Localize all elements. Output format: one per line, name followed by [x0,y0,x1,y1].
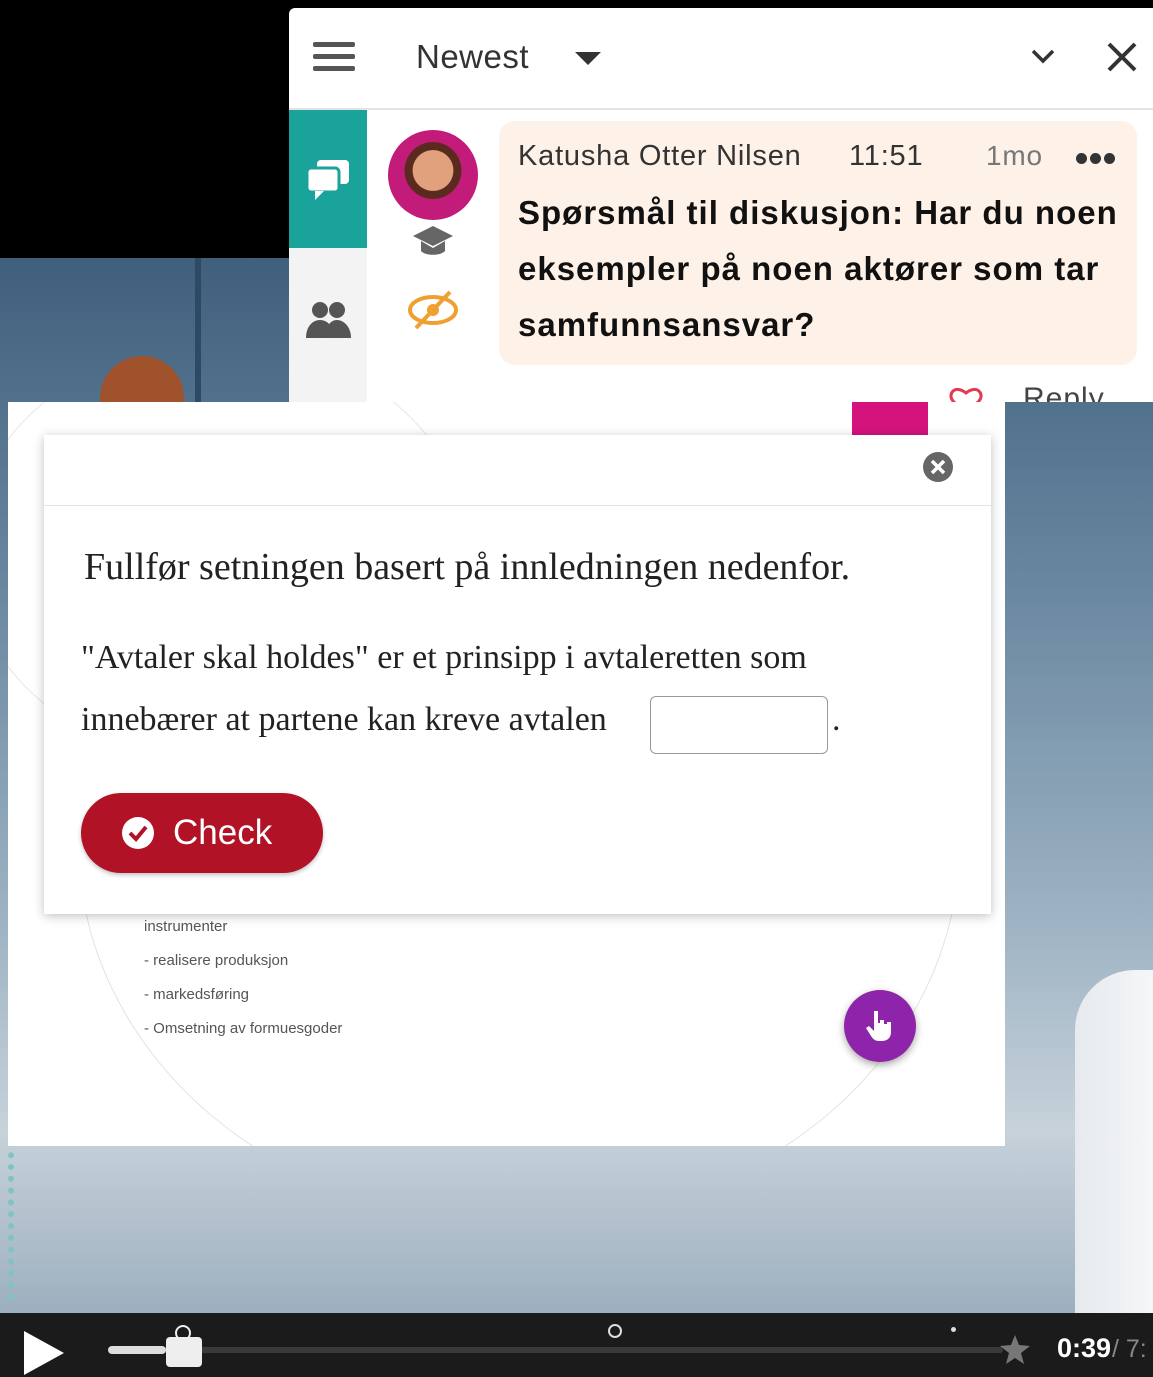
chat-sidebar [289,110,367,402]
people-icon [306,302,351,338]
slide-text: instrumenter - realisere produksjon - ma… [144,910,342,1046]
slide-line: - Omsetning av formuesgoder [144,1020,343,1037]
close-circle-icon[interactable] [922,451,954,483]
comments-icon [305,160,349,200]
check-button-label: Check [173,813,273,852]
video-control-bar: 0:39 / 7: [0,1313,1153,1377]
quiz-instruction: Fullfør setningen basert på innledningen… [84,546,851,588]
progress-fill [108,1346,166,1354]
slide-pink-block [852,402,928,436]
menu-icon[interactable] [313,42,355,72]
chat-header: Newest [289,8,1153,110]
play-icon[interactable] [24,1331,64,1375]
quiz-period: . [832,701,841,738]
reply-link[interactable]: Reply [1023,382,1105,402]
sort-dropdown-label[interactable]: Newest [416,38,529,76]
close-icon[interactable] [1105,40,1139,74]
progress-track[interactable] [108,1347,1003,1353]
total-time: / 7: [1112,1335,1147,1363]
avatar[interactable] [388,130,478,220]
chapter-marker[interactable] [608,1324,622,1338]
comment-author[interactable]: Katusha Otter Nilsen [518,140,802,173]
fill-in-blank-quiz: Fullfør setningen basert på innledningen… [44,435,991,914]
current-time: 0:39 [1057,1333,1112,1363]
video-black-region [0,0,290,258]
check-button[interactable]: Check [81,793,323,873]
interaction-hand-button[interactable] [844,990,916,1062]
comment-age: 1mo [986,140,1043,171]
comment-message: Spørsmål til diskusjon: Har du noen ekse… [518,194,1118,343]
slide-line: - realisere produksjon [144,952,289,969]
slide-line: - markedsføring [144,986,250,1003]
presenter-figure [1075,970,1153,1330]
check-circle-icon [122,817,154,849]
caret-down-icon[interactable] [575,52,601,65]
progress-scrubber[interactable] [166,1325,202,1367]
comment-time: 11:51 [849,140,924,172]
heart-icon[interactable] [949,386,983,402]
quiz-sentence-line: innebærer at partene kan kreve avtalen [81,701,607,738]
tab-participants[interactable] [289,290,367,350]
tab-comments[interactable] [289,110,367,248]
star-marker-icon[interactable] [998,1333,1032,1367]
blank-answer-input[interactable] [650,696,828,754]
hand-pointer-icon [866,1011,891,1041]
chapter-marker[interactable] [951,1327,956,1332]
quiz-header [44,435,991,506]
hidden-eye-icon[interactable] [406,288,460,332]
graduation-cap-icon [413,226,453,255]
comment-bubble: Katusha Otter Nilsen 11:51 1mo Spørsmål … [499,121,1137,365]
scene-pole [195,258,201,408]
more-options-icon[interactable] [1076,151,1122,165]
chevron-down-icon[interactable] [1029,42,1057,70]
slide-line: instrumenter [144,918,228,935]
chat-panel: Newest Katusha Otter Nilsen 11:51 1mo Sp… [289,8,1153,402]
quiz-sentence-line: "Avtaler skal holdes" er et prinsipp i a… [81,639,807,676]
